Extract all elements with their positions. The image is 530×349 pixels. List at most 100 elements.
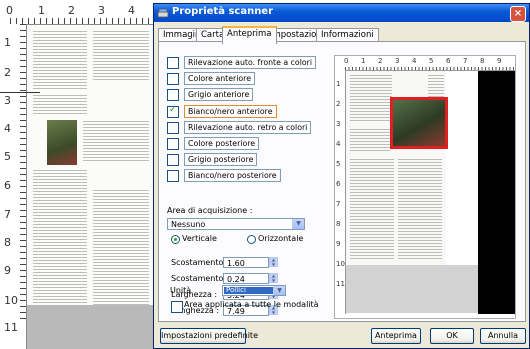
image-type-list: Rilevazione auto. fronte a colori Colore… [167,56,316,186]
image-type-checkbox[interactable] [167,154,179,167]
ruler-number: 7 [4,208,11,221]
text-column [350,129,390,151]
image-type-label[interactable]: Colore posteriore [184,136,260,150]
acquisition-area-value: Nessuno [171,220,206,229]
scanner-icon [157,8,169,18]
horizontal-radio[interactable] [247,235,256,244]
apply-all-checkbox[interactable] [171,301,183,313]
ruler-number: 11 [336,280,345,288]
image-type-checkbox[interactable] [167,121,179,134]
image-type-item[interactable]: Rilevazione auto. retro a colori [167,120,312,135]
image-type-checkbox[interactable] [167,137,179,150]
ruler-ticks [345,67,515,70]
close-button[interactable]: × [510,6,526,22]
acquisition-area-select[interactable]: Nessuno ▼ [167,218,305,230]
ruler-number: 11 [4,321,18,334]
text-column [83,121,149,161]
preview-ruler-horizontal: 0 1 2 3 4 5 6 7 8 9 [335,56,515,71]
ruler-number: 2 [336,100,341,108]
offset-y-field[interactable]: 0.24 [223,273,269,284]
image-type-item[interactable]: Colore posteriore [167,136,277,151]
ruler-number: 7 [336,200,341,208]
unit-value: Pollici [224,287,274,294]
ruler-number: 2 [4,66,11,79]
ruler-number: 2 [68,4,75,17]
vertical-radio[interactable] [171,235,180,244]
image-type-label[interactable]: Bianco/nero anteriore [184,104,277,118]
offset-x-spinner[interactable]: ▲ ▼ [269,257,278,268]
scan-bed-background [478,71,515,314]
ruler-number: 8 [4,236,11,249]
text-column [33,31,87,91]
ruler-number: 1 [336,80,341,88]
image-type-item[interactable]: Bianco/nero posteriore [167,169,281,183]
scan-bed-margin [346,265,478,313]
unit-select[interactable]: Pollici ▼ [222,285,286,296]
image-type-checkbox[interactable] [167,57,179,69]
image-type-item[interactable]: Rilevazione auto. fronte a colori [167,56,316,70]
document-ruler-horizontal: 0 1 2 3 4 [0,0,160,25]
chevron-down-icon[interactable]: ▼ [273,286,285,295]
ruler-number: 7 [463,57,468,65]
preview-ruler-vertical: 1 2 3 4 5 6 7 8 9 10 11 [335,70,346,314]
image-type-label[interactable]: Rilevazione auto. fronte a colori [184,56,316,69]
text-column [33,170,87,320]
image-type-label[interactable]: Colore anteriore [184,72,256,86]
title-bar[interactable]: Proprietà scanner × [154,4,529,22]
scan-area-selection-frame[interactable] [390,97,448,149]
ruler-number: 1 [4,36,11,49]
image-type-label[interactable]: Rilevazione auto. retro a colori [184,120,312,134]
ruler-number: 3 [395,57,400,65]
image-type-item[interactable]: Grigio anteriore [167,88,277,102]
document-photo [47,120,77,165]
ruler-number: 9 [336,240,341,248]
tab-anteprima[interactable]: Anteprima [222,26,277,44]
ruler-number: 1 [361,57,366,65]
ruler-number: 4 [336,140,341,148]
ruler-number: 0 [6,4,13,17]
image-type-label[interactable]: Bianco/nero posteriore [184,169,281,183]
ruler-number: 6 [446,57,451,65]
scan-preview[interactable]: 0 1 2 3 4 5 6 7 8 9 1 2 3 4 5 6 7 8 9 10… [334,55,516,319]
image-type-item[interactable]: Colore anteriore [167,72,277,86]
offset-x-field[interactable]: 1.60 [223,257,269,268]
image-type-label[interactable]: Grigio posteriore [184,153,258,167]
ruler-number: 4 [4,122,11,135]
horizontal-radio-label[interactable]: Orizzontale [258,234,303,243]
callout-line [0,92,40,93]
ruler-ticks [10,18,160,24]
image-type-item[interactable]: Grigio posteriore [167,153,277,167]
scanner-properties-dialog: Proprietà scanner × Immagine Carta Antep… [153,3,530,349]
document-ruler-vertical: 1 2 3 4 5 6 7 8 9 10 11 [0,24,27,349]
ruler-number: 9 [497,57,502,65]
ruler-number: 5 [429,57,434,65]
ruler-number: 5 [336,160,341,168]
text-column [93,190,149,320]
image-type-checkbox[interactable] [167,105,179,118]
document-page [27,25,155,325]
image-type-label[interactable]: Grigio anteriore [184,88,254,102]
ruler-number: 6 [336,180,341,188]
image-type-checkbox[interactable] [167,89,179,102]
preview-button[interactable]: Anteprima [371,328,421,344]
image-type-checkbox[interactable] [167,73,179,86]
ruler-number: 3 [336,120,341,128]
image-type-item[interactable]: Bianco/nero anteriore [167,104,277,119]
ruler-number: 5 [4,150,11,163]
text-column [350,75,392,121]
unit-label: Unità [170,286,192,295]
defaults-button[interactable]: Impostazioni predefinite [160,328,258,344]
offset-y-spinner[interactable]: ▲ ▼ [269,273,278,284]
chevron-down-icon[interactable]: ▼ [292,219,304,229]
vertical-radio-label[interactable]: Verticale [182,234,217,243]
image-type-checkbox[interactable] [167,170,179,183]
text-column [398,159,442,259]
ruler-number: 6 [4,179,11,192]
text-column [33,95,87,115]
apply-all-label[interactable]: Area applicata a tutte le modalità [184,300,319,309]
cancel-button[interactable]: Annulla [480,328,526,344]
ruler-number: 9 [4,264,11,277]
ruler-number: 10 [336,260,345,268]
tab-informazioni[interactable]: Informazioni [316,28,379,42]
ok-button[interactable]: OK [430,328,474,344]
